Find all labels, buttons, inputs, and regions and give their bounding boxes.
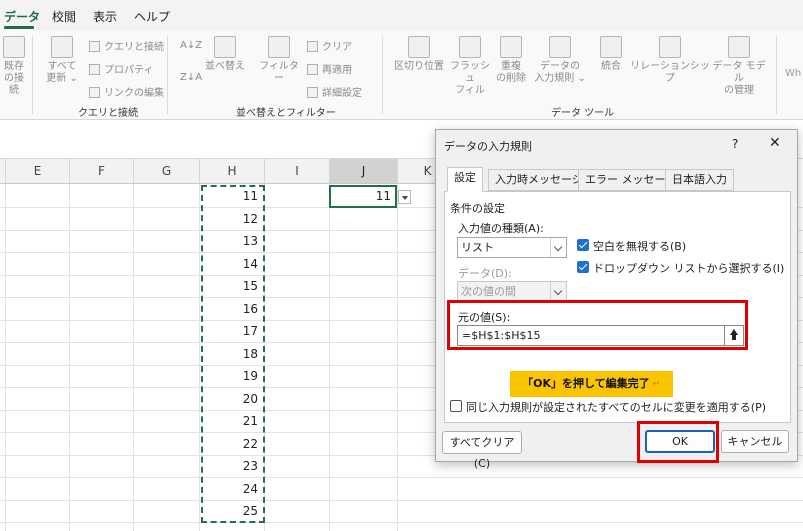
source-highlight-box — [447, 300, 748, 350]
ok-highlight-box — [637, 421, 719, 463]
filter-button[interactable]: フィルター — [257, 36, 301, 85]
properties-button[interactable]: プロパティ — [89, 61, 153, 76]
grid-line — [69, 184, 70, 531]
existing-connections-button[interactable]: 既存 の接続 — [0, 36, 28, 97]
criteria-section-label: 条件の設定 — [450, 202, 505, 215]
instruction-callout: 「OK」を押して編集完了 ↵ — [510, 371, 673, 397]
advanced-filter-icon — [307, 87, 318, 98]
sort-icon — [214, 36, 236, 58]
data-model-icon — [728, 36, 750, 58]
grid-line — [133, 184, 134, 531]
help-icon[interactable]: ? — [732, 137, 738, 151]
relationships-icon — [659, 36, 681, 58]
refresh-all-button[interactable]: すべて 更新 ⌄ — [40, 36, 84, 85]
query-icon — [89, 41, 100, 52]
tab-input-message[interactable]: 入力時メッセージ — [488, 169, 590, 191]
reapply-icon — [307, 64, 318, 75]
copy-marquee — [201, 185, 265, 523]
in-cell-dropdown-label: ドロップダウン リストから選択する(I) — [593, 262, 785, 275]
allow-select[interactable]: リスト — [457, 237, 567, 258]
column-header-e[interactable]: E — [6, 159, 70, 184]
cell-dropdown-arrow-icon[interactable] — [398, 190, 411, 204]
tab-review[interactable]: 校閲 — [52, 8, 76, 25]
whatif-button[interactable]: Wh — [785, 68, 801, 79]
relationships-button[interactable]: リレーションシップ — [630, 36, 710, 85]
data-validation-dialog: データの入力規則 ? ✕ 設定 入力時メッセージ エラー メッセージ 日本語入力… — [435, 129, 798, 470]
grid-line — [397, 184, 398, 531]
queries-connections-button[interactable]: クエリと接続 — [89, 38, 164, 53]
data-validation-icon — [549, 36, 571, 58]
close-icon[interactable]: ✕ — [769, 135, 781, 151]
refresh-icon — [51, 36, 73, 58]
allow-label: 入力値の種類(A): — [458, 222, 544, 235]
ribbon: 既存 の接続 すべて 更新 ⌄ クエリと接続 プロパティ リンクの編集 クエリと接続… — [0, 30, 803, 120]
sort-button[interactable]: 並べ替え — [203, 36, 247, 73]
consolidate-icon — [600, 36, 622, 58]
consolidate-button[interactable]: 統合 — [596, 36, 626, 73]
group-label-sort-filter: 並べ替えとフィルター — [236, 108, 336, 119]
group-label-queries: クエリと接続 — [78, 108, 138, 119]
text-to-columns-icon — [408, 36, 430, 58]
tab-help[interactable]: ヘルプ — [134, 8, 170, 25]
edit-links-button[interactable]: リンクの編集 — [89, 84, 164, 99]
data-validation-button[interactable]: データの 入力規則 ⌄ — [532, 36, 588, 85]
ribbon-separator — [32, 36, 33, 114]
group-label-data-tools: データ ツール — [551, 108, 615, 119]
column-header-h[interactable]: H — [200, 159, 265, 184]
remove-duplicates-icon — [500, 36, 522, 58]
dialog-title: データの入力規則 — [444, 140, 532, 153]
sort-asc-button[interactable]: A↓Z — [180, 40, 202, 51]
clear-filter-button[interactable]: クリア — [307, 38, 352, 53]
active-tab-indicator — [4, 26, 34, 29]
ignore-blank-checkbox[interactable] — [577, 239, 589, 251]
ignore-blank-label: 空白を無視する(B) — [593, 240, 687, 253]
ribbon-separator — [776, 36, 777, 114]
grid-line — [0, 522, 803, 523]
clear-filter-icon — [307, 41, 318, 52]
column-header-f[interactable]: F — [70, 159, 134, 184]
reapply-button[interactable]: 再適用 — [307, 61, 352, 76]
sort-desc-button[interactable]: Z↓A — [180, 72, 202, 83]
tab-ime-mode[interactable]: 日本語入力 — [665, 169, 734, 191]
tab-view[interactable]: 表示 — [93, 8, 117, 25]
data-model-button[interactable]: データ モデル の管理 — [708, 36, 770, 97]
return-mark-icon: ↵ — [651, 377, 661, 390]
grid-line — [329, 184, 330, 531]
connection-icon — [3, 36, 25, 58]
cancel-button[interactable]: キャンセル — [721, 430, 789, 453]
ribbon-separator — [382, 36, 383, 114]
tab-data[interactable]: データ — [4, 8, 40, 25]
grid-line — [5, 184, 6, 531]
flash-fill-icon — [459, 36, 481, 58]
grid-line — [0, 500, 803, 501]
text-to-columns-button[interactable]: 区切り位置 — [390, 36, 448, 73]
clear-all-button[interactable]: すべてクリア(C) — [442, 431, 522, 470]
ribbon-separator — [167, 36, 168, 114]
column-header-j[interactable]: J — [330, 159, 398, 184]
data-label: データ(D): — [458, 267, 512, 280]
link-icon — [89, 87, 100, 98]
chevron-down-icon — [550, 238, 566, 257]
filter-icon — [268, 36, 290, 58]
column-header-g[interactable]: G — [134, 159, 200, 184]
tab-settings[interactable]: 設定 — [447, 167, 483, 192]
column-header-i[interactable]: I — [265, 159, 330, 184]
active-cell-j1[interactable]: 11 — [329, 185, 397, 208]
ribbon-tab-bar: データ 校閲 表示 ヘルプ — [0, 0, 803, 30]
flash-fill-button[interactable]: フラッシュ フィル — [449, 36, 491, 97]
remove-duplicates-button[interactable]: 重複 の削除 — [493, 36, 529, 85]
grid-line — [0, 477, 803, 478]
apply-all-checkbox[interactable] — [450, 400, 462, 412]
apply-all-label: 同じ入力規則が設定されたすべてのセルに変更を適用する(P) — [466, 401, 767, 414]
data-select[interactable]: 次の値の間 — [457, 281, 567, 302]
in-cell-dropdown-checkbox[interactable] — [577, 261, 589, 273]
chevron-down-icon — [550, 282, 566, 301]
properties-icon — [89, 64, 100, 75]
advanced-filter-button[interactable]: 詳細設定 — [307, 84, 362, 99]
